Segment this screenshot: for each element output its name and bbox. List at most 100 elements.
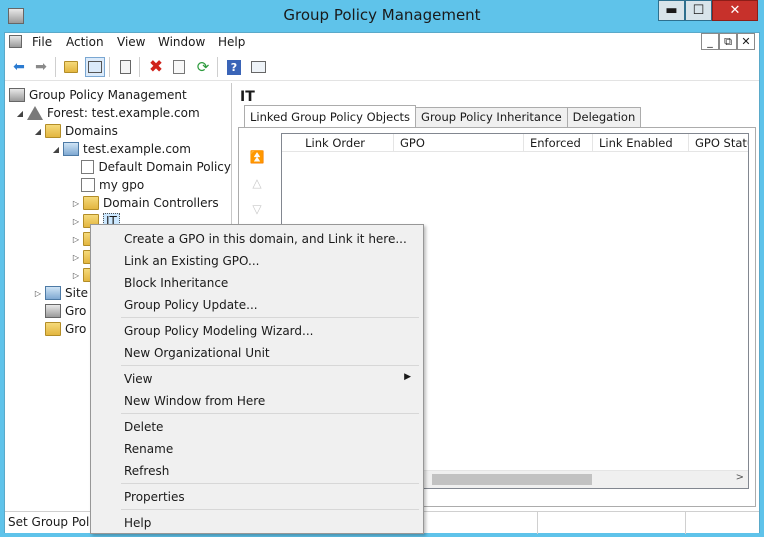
mdi-minimize-button[interactable]: _ [701, 33, 719, 50]
expand-arrow-icon[interactable]: ▷ [71, 235, 81, 244]
tree-label: Gro [65, 304, 87, 318]
tree-label: Domain Controllers [103, 196, 219, 210]
gpo-link-icon [81, 160, 95, 174]
toolbar-separator [109, 57, 110, 77]
scroll-right-icon[interactable]: > [736, 472, 744, 483]
refresh-icon[interactable]: ⟳ [193, 57, 213, 77]
tree-label: my gpo [99, 178, 145, 192]
tree-item-default-domain-policy[interactable]: Default Domain Policy [6, 158, 231, 176]
tree-item-domain-controllers[interactable]: ▷ Domain Controllers [6, 194, 231, 212]
maximize-button[interactable]: ☐ [685, 0, 712, 21]
menu-file[interactable]: File [32, 35, 52, 49]
forest-icon [27, 106, 43, 120]
toolbar-separator [139, 57, 140, 77]
expand-arrow-icon[interactable]: ▷ [71, 217, 81, 226]
tree-item-root[interactable]: Group Policy Management [6, 86, 231, 104]
console-menu-icon[interactable] [9, 35, 23, 49]
menu-new-window[interactable]: New Window from Here [93, 390, 421, 412]
menu-window[interactable]: Window [158, 35, 205, 49]
column-link-order[interactable]: Link Order [282, 134, 394, 152]
expand-arrow-icon[interactable]: ▷ [71, 199, 81, 208]
domain-icon [63, 142, 79, 156]
mdi-restore-button[interactable]: ⧉ [719, 33, 737, 50]
properties-icon[interactable] [169, 57, 189, 77]
menu-view[interactable]: View ▶ [93, 368, 421, 390]
tree-label: test.example.com [83, 142, 191, 156]
column-link-enabled[interactable]: Link Enabled [593, 134, 689, 152]
gpm-icon [9, 88, 25, 102]
collapse-arrow-icon[interactable]: ◢ [15, 109, 25, 118]
tree-label: Group Policy Management [29, 88, 187, 102]
expand-arrow-icon[interactable]: ▷ [71, 271, 81, 280]
modeling-icon [45, 304, 61, 318]
menu-refresh[interactable]: Refresh [93, 460, 421, 482]
mdi-close-button[interactable]: ✕ [737, 33, 755, 50]
move-to-top-icon[interactable]: ⏫ [249, 150, 265, 164]
menu-link-existing-gpo[interactable]: Link an Existing GPO... [93, 250, 421, 272]
collapse-arrow-icon[interactable]: ◢ [51, 145, 61, 154]
tree-item-domain[interactable]: ◢ test.example.com [6, 140, 231, 158]
title-bar[interactable]: Group Policy Management ▬ ☐ ✕ [0, 0, 764, 32]
tree-label: Default Domain Policy [98, 160, 231, 174]
clipboard-icon[interactable] [115, 57, 135, 77]
forward-icon[interactable]: ➡ [31, 57, 51, 77]
menu-properties[interactable]: Properties [93, 486, 421, 508]
status-divider [537, 512, 538, 534]
help-icon[interactable]: ? [224, 57, 244, 77]
scroll-thumb[interactable] [432, 474, 592, 485]
submenu-arrow-icon: ▶ [404, 372, 411, 382]
move-up-icon[interactable]: △ [249, 176, 265, 190]
show-hide-tree-icon[interactable] [85, 57, 105, 77]
menu-gp-update[interactable]: Group Policy Update... [93, 294, 421, 316]
menu-help[interactable]: Help [93, 512, 421, 534]
expand-arrow-icon[interactable]: ▷ [71, 253, 81, 262]
status-divider [685, 512, 686, 534]
pane-title: IT [240, 89, 255, 105]
column-gpo-status[interactable]: GPO Statu [689, 134, 748, 152]
column-gpo[interactable]: GPO [394, 134, 524, 152]
tab-delegation[interactable]: Delegation [566, 107, 642, 127]
menu-create-gpo-link[interactable]: Create a GPO in this domain, and Link it… [93, 228, 421, 250]
menu-modeling-wizard[interactable]: Group Policy Modeling Wizard... [93, 320, 421, 342]
menu-view[interactable]: View [117, 35, 145, 49]
tree-item-my-gpo[interactable]: my gpo [6, 176, 231, 194]
back-icon[interactable]: ⬅ [9, 57, 29, 77]
menu-block-inheritance[interactable]: Block Inheritance [93, 272, 421, 294]
mdi-controls: _ ⧉ ✕ [701, 33, 755, 51]
context-menu: Create a GPO in this domain, and Link it… [90, 224, 424, 534]
list-header: Link Order GPO Enforced Link Enabled GPO… [282, 134, 748, 152]
menu-rename[interactable]: Rename [93, 438, 421, 460]
menu-bar: File Action View Window Help _ ⧉ ✕ [5, 33, 759, 53]
delete-icon[interactable]: ✖ [146, 57, 166, 77]
tab-gp-inheritance[interactable]: Group Policy Inheritance [415, 107, 568, 127]
sites-icon [45, 286, 61, 300]
menu-new-ou[interactable]: New Organizational Unit [93, 342, 421, 364]
tree-label: Site [65, 286, 89, 300]
tree-item-domains[interactable]: ◢ Domains [6, 122, 231, 140]
toolbar: ⬅ ➡ ✖ ⟳ ? [5, 53, 759, 81]
ou-folder-icon [83, 196, 99, 210]
menu-view-label: View [124, 372, 153, 386]
tab-linked-gpos[interactable]: Linked Group Policy Objects [244, 105, 417, 127]
tab-strip: Linked Group Policy Objects Group Policy… [244, 105, 642, 127]
minimize-button[interactable]: ▬ [658, 0, 685, 21]
close-button[interactable]: ✕ [712, 0, 758, 21]
tree-label: Forest: test.example.com [47, 106, 200, 120]
collapse-arrow-icon[interactable]: ◢ [33, 127, 43, 136]
column-enforced[interactable]: Enforced [524, 134, 593, 152]
menu-help[interactable]: Help [218, 35, 245, 49]
results-icon [45, 322, 61, 336]
move-down-icon[interactable]: ▽ [249, 202, 265, 216]
menu-delete[interactable]: Delete [93, 416, 421, 438]
menu-separator [121, 413, 419, 414]
console-icon[interactable] [248, 57, 268, 77]
menu-action[interactable]: Action [66, 35, 104, 49]
menu-separator [121, 509, 419, 510]
toolbar-separator [55, 57, 56, 77]
tree-item-forest[interactable]: ◢ Forest: test.example.com [6, 104, 231, 122]
folder-icon [45, 124, 61, 138]
toolbar-separator [217, 57, 218, 77]
gpo-link-icon [81, 178, 95, 192]
expand-arrow-icon[interactable]: ▷ [33, 289, 43, 298]
up-folder-icon[interactable] [61, 57, 81, 77]
